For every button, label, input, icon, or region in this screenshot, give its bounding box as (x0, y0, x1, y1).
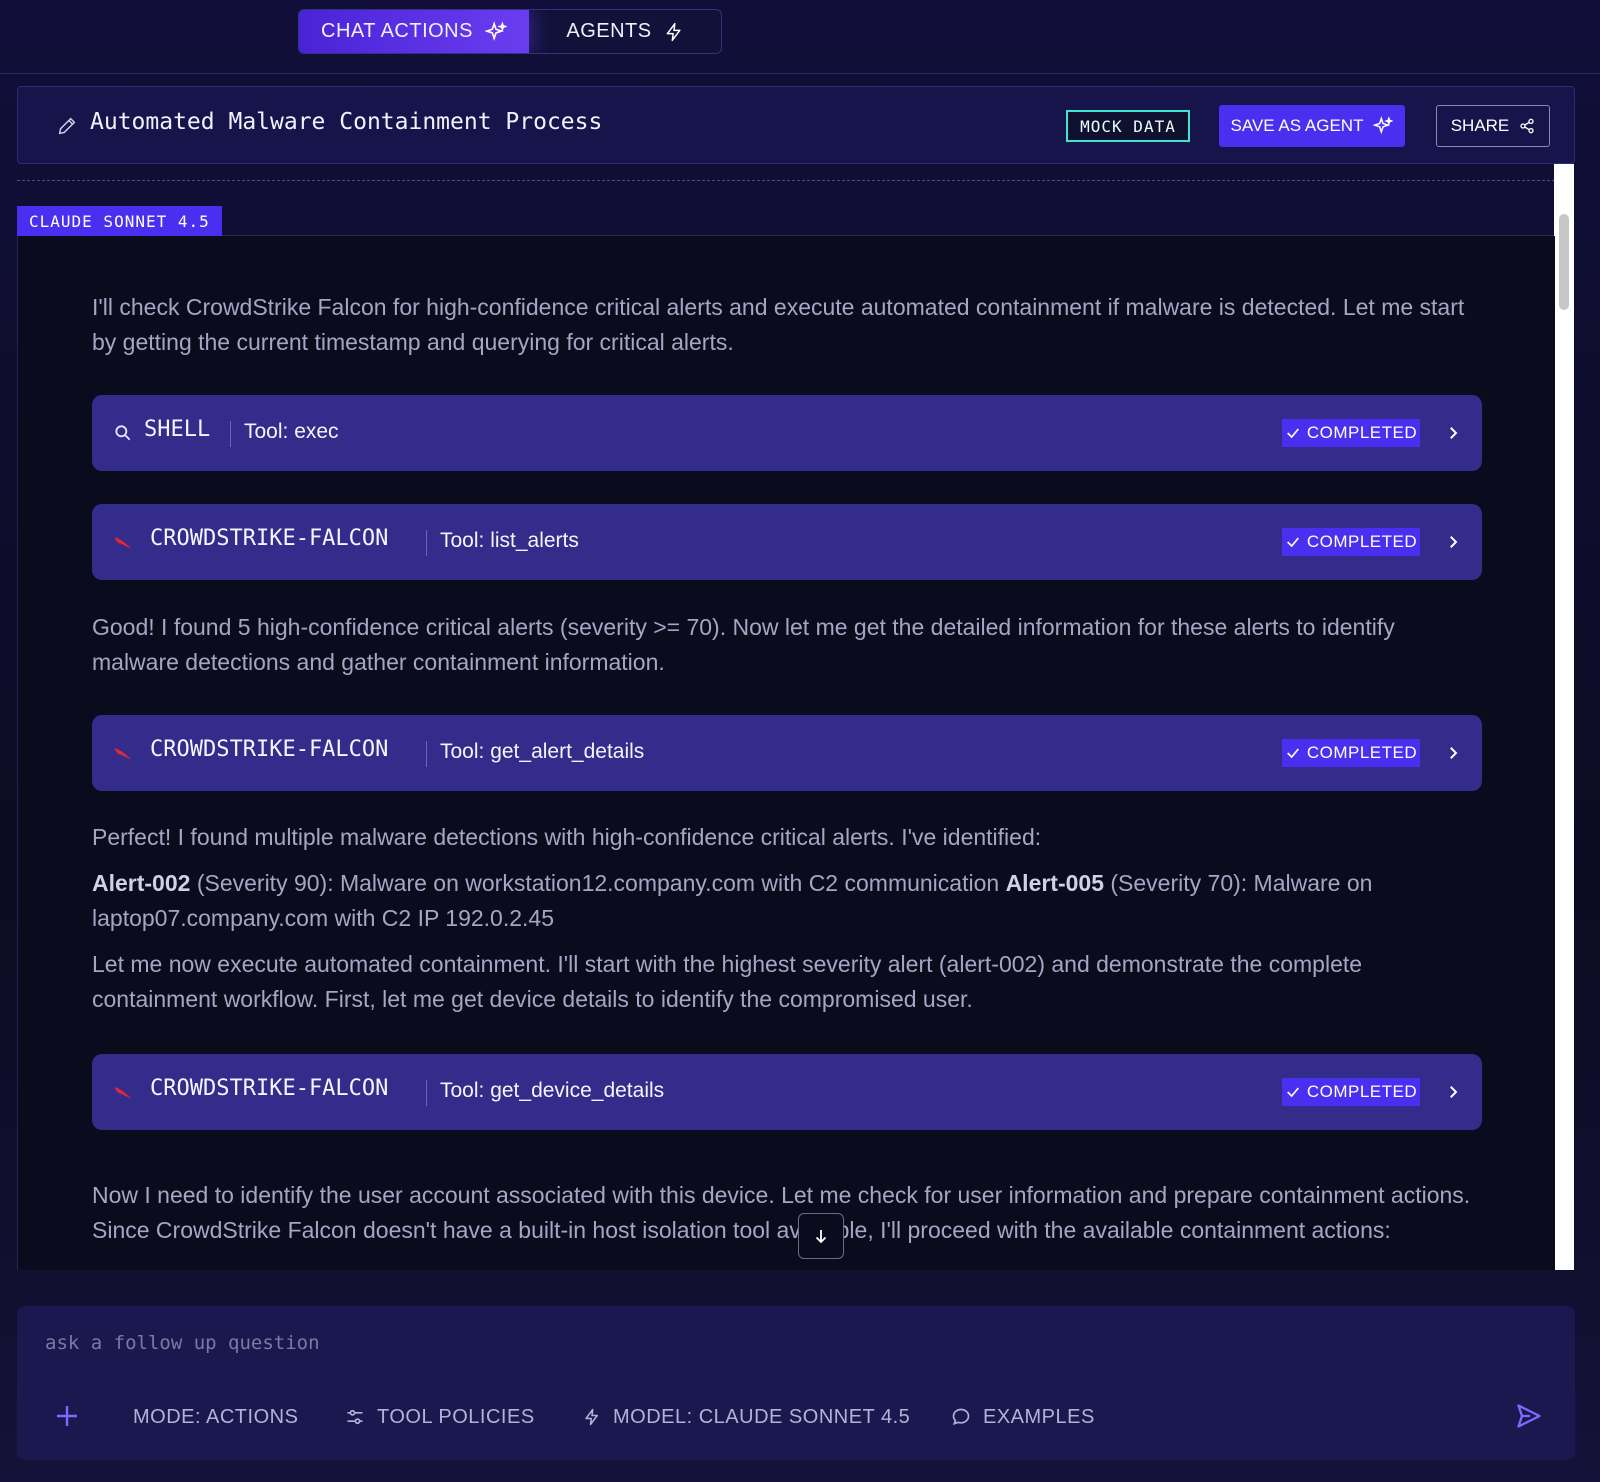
mode-button[interactable]: MODE: ACTIONS (133, 1402, 298, 1432)
tool-name-label: Tool: get_alert_details (440, 740, 645, 763)
separator (230, 421, 231, 447)
tool-provider-name: CROWDSTRIKE-FALCON (150, 526, 389, 551)
assistant-message: I'll check CrowdStrike Falcon for high-c… (92, 294, 1465, 355)
examples-button[interactable]: EXAMPLES (951, 1402, 1095, 1432)
chevron-right-icon[interactable] (1444, 743, 1462, 763)
status-badge: COMPLETED (1282, 739, 1420, 767)
status-label: COMPLETED (1306, 423, 1418, 442)
top-bar: CHAT ACTIONS AGENTS (0, 0, 1600, 74)
status-label: COMPLETED (1306, 743, 1418, 762)
conversation-header: Automated Malware Containment Process MO… (17, 86, 1575, 164)
assistant-message: Perfect! I found multiple malware detect… (92, 824, 1042, 850)
pencil-icon[interactable] (56, 115, 78, 137)
chat-bubble-icon (952, 1408, 970, 1426)
tool-name-label: Tool: exec (244, 420, 339, 443)
assistant-message: Let me now execute automated containment… (92, 951, 1363, 1012)
separator (426, 1080, 427, 1106)
save-as-agent-label: SAVE AS AGENT (1230, 116, 1364, 135)
status-badge: COMPLETED (1282, 419, 1420, 447)
tool-name-label: Tool: get_device_details (440, 1079, 665, 1102)
tab-chat-actions[interactable]: CHAT ACTIONS (299, 10, 529, 53)
tool-provider-name: CROWDSTRIKE-FALCON (150, 737, 389, 762)
scrollbar-track[interactable] (1554, 164, 1574, 1270)
model-strip: CLAUDE SONNET 4.5 (17, 206, 1555, 236)
status-label: COMPLETED (1306, 532, 1418, 551)
falcon-icon (114, 748, 132, 760)
status-label: COMPLETED (1306, 1082, 1418, 1101)
checkmark-icon (1286, 1087, 1299, 1098)
assistant-message: Good! I found 5 high-confidence critical… (92, 614, 1395, 675)
assistant-message: Now I need to identify the user account … (92, 1182, 1471, 1243)
falcon-icon (114, 1087, 132, 1099)
tool-call-card[interactable]: CROWDSTRIKE-FALCON Tool: get_alert_detai… (92, 715, 1482, 791)
save-as-agent-button[interactable]: SAVE AS AGENT (1219, 105, 1405, 147)
sparkle-icon (1373, 116, 1394, 135)
chevron-right-icon[interactable] (1444, 423, 1462, 443)
checkmark-icon (1286, 537, 1299, 548)
mock-data-badge: MOCK DATA (1066, 110, 1190, 142)
tab-chat-actions-label: CHAT ACTIONS (321, 20, 473, 42)
tab-agents-label: AGENTS (566, 20, 652, 42)
tool-call-card[interactable]: CROWDSTRIKE-FALCON Tool: list_alerts COM… (92, 504, 1482, 580)
scrollbar-thumb[interactable] (1559, 214, 1569, 310)
alert-summary: Alert-002 (Severity 90): Malware on work… (92, 866, 1488, 936)
model-selector-label: MODEL: CLAUDE SONNET 4.5 (613, 1405, 911, 1428)
search-icon (115, 425, 131, 441)
falcon-icon (114, 537, 132, 549)
alert-description: (Severity 90): Malware on workstation12.… (190, 870, 1006, 896)
model-badge: CLAUDE SONNET 4.5 (17, 206, 222, 236)
send-icon[interactable] (1515, 1402, 1543, 1430)
tool-policies-label: TOOL POLICIES (377, 1405, 535, 1428)
share-label: SHARE (1450, 116, 1510, 135)
checkmark-icon (1286, 428, 1299, 439)
checkmark-icon (1286, 748, 1299, 759)
mode-label: MODE: ACTIONS (133, 1405, 299, 1428)
status-badge: COMPLETED (1282, 1078, 1420, 1106)
chevron-right-icon[interactable] (1444, 532, 1462, 552)
chevron-right-icon[interactable] (1444, 1082, 1462, 1102)
scroll-to-bottom-button[interactable] (798, 1213, 844, 1259)
mode-tabs: CHAT ACTIONS AGENTS (298, 9, 722, 54)
bolt-icon (666, 22, 681, 41)
model-selector-button[interactable]: MODEL: CLAUDE SONNET 4.5 (583, 1402, 910, 1432)
tool-call-card[interactable]: SHELL Tool: exec COMPLETED (92, 395, 1482, 471)
share-icon (1520, 118, 1534, 134)
divider (17, 180, 1555, 181)
tool-name-label: Tool: list_alerts (440, 529, 579, 552)
alert-id: Alert-002 (92, 870, 191, 896)
alert-id: Alert-005 (1005, 870, 1104, 896)
examples-label: EXAMPLES (983, 1405, 1095, 1428)
status-badge: COMPLETED (1282, 528, 1420, 556)
separator (426, 530, 427, 556)
tool-policies-button[interactable]: TOOL POLICIES (345, 1402, 535, 1432)
bolt-icon (585, 1408, 598, 1426)
follow-up-input[interactable] (45, 1326, 1445, 1360)
chat-transcript: I'll check CrowdStrike Falcon for high-c… (17, 236, 1555, 1270)
plus-icon[interactable] (55, 1404, 79, 1428)
sparkle-icon (484, 20, 507, 41)
separator (426, 741, 427, 767)
conversation-title[interactable]: Automated Malware Containment Process (90, 109, 602, 135)
arrow-down-icon (815, 1230, 827, 1244)
tool-provider-name: SHELL (144, 417, 211, 442)
tool-call-card[interactable]: CROWDSTRIKE-FALCON Tool: get_device_deta… (92, 1054, 1482, 1130)
tool-provider-name: CROWDSTRIKE-FALCON (150, 1076, 389, 1101)
composer: MODE: ACTIONS TOOL POLICIES MODEL: CLAUD… (17, 1306, 1575, 1460)
share-button[interactable]: SHARE (1436, 105, 1550, 147)
sliders-icon (347, 1409, 363, 1425)
tab-agents[interactable]: AGENTS (529, 10, 721, 53)
